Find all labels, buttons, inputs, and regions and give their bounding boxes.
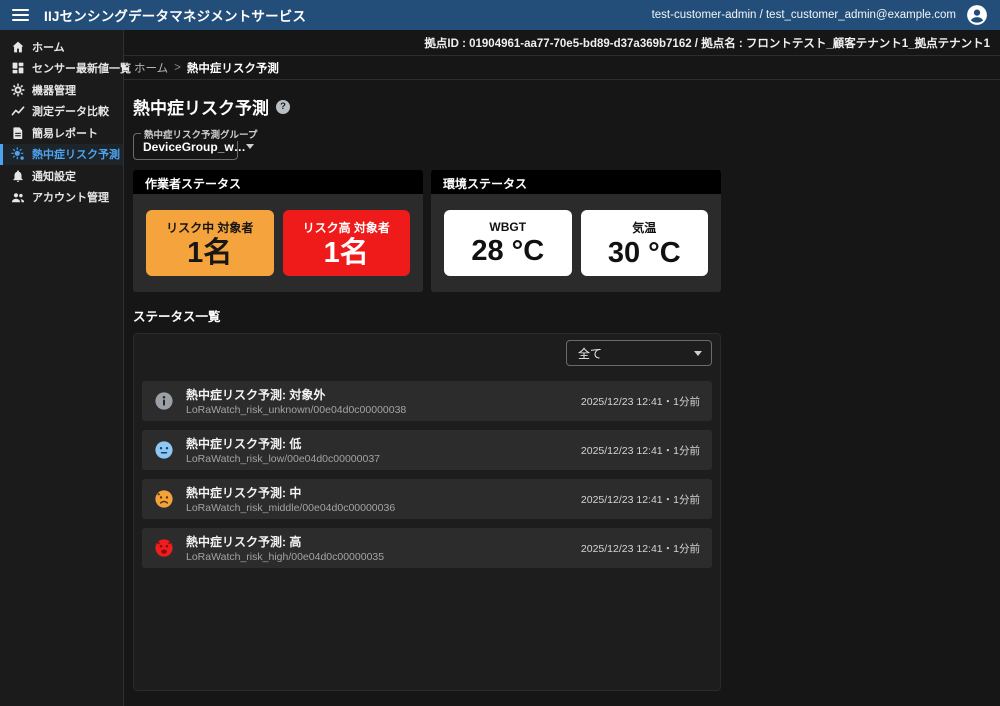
app-shell: ホーム センサー最新値一覧 [0,30,1000,706]
sidebar-item-label: センサー最新値一覧 [32,60,131,76]
temperature-card: 気温 30 °C [581,210,709,276]
site-info-bar: 拠点ID : 01904961-aa77-70e5-bd89-d37a369b7… [124,30,1000,56]
sidebar-item-heat-risk[interactable]: 熱中症リスク予測 [0,144,123,166]
status-row-low[interactable]: 熱中症リスク予測: 低 LoRaWatch_risk_low/00e04d0c0… [142,430,712,470]
people-icon [11,190,25,204]
status-row-time: 2025/12/23 12:41・1分前 [581,541,700,556]
risk-high-label: リスク高 対象者 [303,219,390,236]
bell-icon [11,169,25,183]
risk-middle-card: リスク中 対象者 1名 [146,210,274,276]
sidebar-item-account-management[interactable]: アカウント管理 [0,187,123,209]
status-filter-value: 全て [578,345,602,362]
page-body: 熱中症リスク予測 ? 熱中症リスク予測グループ DeviceGroup_w… 作… [124,80,721,691]
status-row-unknown[interactable]: 熱中症リスク予測: 対象外 LoRaWatch_risk_unknown/00e… [142,381,712,421]
status-row-high[interactable]: 熱中症リスク予測: 高 LoRaWatch_risk_high/00e04d0c… [142,528,712,568]
status-row-middle[interactable]: 熱中症リスク予測: 中 LoRaWatch_risk_middle/00e04d… [142,479,712,519]
status-row-device: LoRaWatch_risk_middle/00e04d0c00000036 [186,502,395,514]
dashboard-grid-icon [11,61,25,75]
wbgt-label: WBGT [489,220,526,234]
risk-group-select-label: 熱中症リスク予測グループ [141,127,260,141]
sidebar-item-label: 熱中症リスク予測 [32,146,120,162]
breadcrumb-current: 熱中症リスク予測 [187,60,279,76]
sidebar-item-label: 測定データ比較 [32,103,109,119]
status-row-time: 2025/12/23 12:41・1分前 [581,492,700,507]
risk-high-count: 1名 [324,239,369,268]
sidebar-item-label: 通知設定 [32,168,76,184]
breadcrumb-home[interactable]: ホーム [134,60,168,76]
user-account-label: test-customer-admin / test_customer_admi… [652,9,956,21]
app-title: IIJセンシングデータマネジメントサービス [44,5,306,25]
status-row-title: 熱中症リスク予測: 低 [186,435,380,452]
page-title: 熱中症リスク予測 [133,94,269,119]
temperature-value: 30 °C [608,239,681,268]
env-status-title: 環境ステータス [431,170,721,194]
home-icon [11,40,25,54]
menu-icon[interactable] [12,9,29,21]
status-list-panel: 全て 熱中症リスク予測: 対象外 [133,333,721,691]
chevron-down-icon [694,351,702,356]
breadcrumb-separator: > [174,62,181,74]
risk-middle-count: 1名 [187,239,232,268]
status-filter-select[interactable]: 全て [566,340,712,366]
account-circle-icon[interactable] [966,4,988,26]
risk-group-select-value: DeviceGroup_w… [143,140,246,154]
status-row-device: LoRaWatch_risk_unknown/00e04d0c00000038 [186,404,406,416]
status-row-title: 熱中症リスク予測: 中 [186,484,395,501]
sidebar-item-label: 簡易レポート [32,125,98,141]
status-row-device: LoRaWatch_risk_low/00e04d0c00000037 [186,453,380,465]
wbgt-value: 28 °C [471,237,544,266]
sidebar-item-device-management[interactable]: 機器管理 [0,79,123,101]
status-row-device: LoRaWatch_risk_high/00e04d0c00000035 [186,551,384,563]
worker-status-panel: 作業者ステータス リスク中 対象者 1名 リスク高 対象者 1名 [133,170,423,292]
line-chart-icon [11,104,25,118]
sidebar-item-label: アカウント管理 [32,189,109,205]
site-info-text: 拠点ID : 01904961-aa77-70e5-bd89-d37a369b7… [424,35,990,51]
sidebar-item-label: ホーム [32,39,65,55]
gear-icon [11,83,25,97]
document-icon [11,126,25,140]
chevron-down-icon [246,144,254,149]
sun-heat-icon [11,147,25,161]
info-icon [154,391,174,411]
sidebar: ホーム センサー最新値一覧 [0,30,124,706]
face-high-icon [154,538,174,558]
risk-group-select[interactable]: 熱中症リスク予測グループ DeviceGroup_w… [133,133,238,160]
breadcrumb: ホーム > 熱中症リスク予測 [124,56,1000,80]
face-low-icon [154,440,174,460]
status-rows: 熱中症リスク予測: 対象外 LoRaWatch_risk_unknown/00e… [142,381,712,577]
sidebar-item-home[interactable]: ホーム [0,36,123,58]
worker-status-title: 作業者ステータス [133,170,423,194]
wbgt-card: WBGT 28 °C [444,210,572,276]
status-panels: 作業者ステータス リスク中 対象者 1名 リスク高 対象者 1名 環境ステータス [133,170,721,292]
main-content: 拠点ID : 01904961-aa77-70e5-bd89-d37a369b7… [124,30,1000,706]
sidebar-item-sensor-latest[interactable]: センサー最新値一覧 [0,58,123,80]
sidebar-item-data-compare[interactable]: 測定データ比較 [0,101,123,123]
status-row-title: 熱中症リスク予測: 対象外 [186,386,406,403]
status-row-time: 2025/12/23 12:41・1分前 [581,394,700,409]
status-row-title: 熱中症リスク予測: 高 [186,533,384,550]
status-list-title: ステータス一覧 [133,306,721,325]
face-middle-icon [154,489,174,509]
app-header: IIJセンシングデータマネジメントサービス test-customer-admi… [0,0,1000,30]
sidebar-item-notification-settings[interactable]: 通知設定 [0,165,123,187]
env-status-panel: 環境ステータス WBGT 28 °C 気温 30 °C [431,170,721,292]
temperature-label: 気温 [632,219,656,236]
status-row-time: 2025/12/23 12:41・1分前 [581,443,700,458]
sidebar-item-label: 機器管理 [32,82,76,98]
risk-middle-label: リスク中 対象者 [166,219,253,236]
sidebar-item-simple-report[interactable]: 簡易レポート [0,122,123,144]
risk-high-card: リスク高 対象者 1名 [283,210,411,276]
help-icon[interactable]: ? [276,100,290,114]
